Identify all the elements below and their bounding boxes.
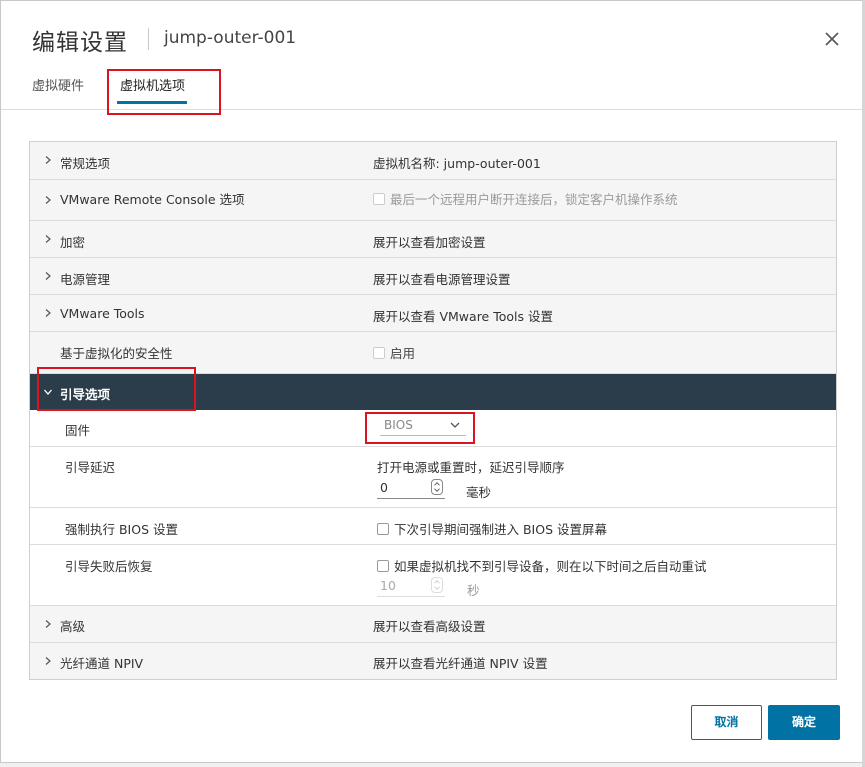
row-advanced[interactable]: 高级 展开以查看高级设置	[30, 606, 836, 643]
ok-button[interactable]: 确定	[768, 705, 840, 740]
row-failed-boot-recovery: 引导失败后恢复 如果虚拟机找不到引导设备，则在以下时间之后自动重试 10 秒	[30, 545, 836, 606]
row-label: 光纤通道 NPIV	[60, 656, 144, 671]
unit-label: 毫秒	[466, 485, 492, 500]
row-value: 启用	[390, 346, 416, 361]
unit-label: 秒	[467, 583, 480, 598]
boot-delay-description: 打开电源或重置时，延迟引导顺序	[377, 460, 565, 475]
stepper-icon[interactable]	[431, 479, 443, 495]
spin-value: 10	[380, 578, 396, 593]
row-value: 展开以查看高级设置	[373, 619, 486, 634]
tab-bar: 虚拟硬件 虚拟机选项	[1, 71, 864, 110]
row-label: 加密	[60, 235, 86, 250]
cancel-button[interactable]: 取消	[691, 705, 762, 740]
row-value: 展开以查看光纤通道 NPIV 设置	[373, 656, 548, 671]
chevron-right-icon	[45, 272, 51, 280]
close-icon[interactable]	[821, 28, 843, 50]
row-label: 引导选项	[60, 387, 111, 402]
row-fibre-channel-npiv[interactable]: 光纤通道 NPIV 展开以查看光纤通道 NPIV 设置	[30, 643, 836, 679]
chevron-down-icon	[44, 389, 52, 395]
row-value: 展开以查看加密设置	[373, 235, 486, 250]
row-label: VMware Tools	[60, 306, 145, 321]
active-tab-indicator	[117, 101, 188, 104]
dialog-title: 编辑设置	[32, 30, 128, 56]
row-power-management[interactable]: 电源管理 展开以查看电源管理设置	[30, 258, 836, 295]
edit-settings-dialog: 编辑设置 jump-outer-001 虚拟硬件 虚拟机选项 常规选项 虚拟机名…	[0, 0, 864, 763]
lock-guest-checkbox	[373, 193, 385, 205]
select-value: BIOS	[384, 418, 413, 432]
row-label: VMware Remote Console 选项	[60, 192, 245, 207]
chevron-right-icon	[45, 309, 51, 317]
row-label: 基于虚拟化的安全性	[60, 346, 173, 361]
row-general-options[interactable]: 常规选项 虚拟机名称: jump-outer-001	[30, 142, 836, 180]
row-label: 固件	[65, 423, 91, 438]
chevron-down-icon	[450, 422, 460, 428]
chevron-right-icon	[45, 657, 51, 665]
chevron-right-icon	[45, 620, 51, 628]
title-divider	[148, 28, 149, 50]
row-value: 虚拟机名称: jump-outer-001	[373, 156, 541, 171]
tab-label: 虚拟机选项	[120, 79, 186, 94]
row-value: 展开以查看电源管理设置	[373, 272, 511, 287]
row-value: 最后一个远程用户断开连接后，锁定客户机操作系统	[390, 192, 678, 207]
force-bios-checkbox[interactable]	[377, 523, 389, 535]
boot-delay-input[interactable]: 0	[377, 477, 445, 499]
tab-virtual-hardware[interactable]: 虚拟硬件	[32, 71, 84, 107]
tab-label: 虚拟硬件	[32, 79, 85, 94]
row-encryption[interactable]: 加密 展开以查看加密设置	[30, 221, 836, 258]
row-firmware: 固件 BIOS	[30, 410, 836, 447]
row-label: 强制执行 BIOS 设置	[65, 522, 178, 537]
row-force-bios: 强制执行 BIOS 设置 下次引导期间强制进入 BIOS 设置屏幕	[30, 508, 836, 545]
tab-vm-options[interactable]: 虚拟机选项	[117, 71, 188, 107]
spin-value: 0	[380, 480, 388, 495]
row-vmware-tools[interactable]: VMware Tools 展开以查看 VMware Tools 设置	[30, 295, 836, 332]
row-vbs: 基于虚拟化的安全性 启用	[30, 332, 836, 374]
stepper-icon[interactable]	[431, 577, 443, 593]
dialog-subtitle: jump-outer-001	[164, 28, 297, 48]
row-label: 引导失败后恢复	[65, 559, 153, 574]
row-label: 引导延迟	[65, 460, 116, 475]
settings-panel: 常规选项 虚拟机名称: jump-outer-001 VMware Remote…	[29, 141, 837, 680]
retry-seconds-input[interactable]: 10	[377, 575, 445, 597]
row-value: 下次引导期间强制进入 BIOS 设置屏幕	[394, 522, 607, 537]
chevron-right-icon	[45, 196, 51, 204]
row-label: 常规选项	[60, 156, 111, 171]
row-vmrc-options[interactable]: VMware Remote Console 选项 最后一个远程用户断开连接后，锁…	[30, 180, 836, 221]
failed-boot-checkbox[interactable]	[377, 560, 389, 572]
chevron-right-icon	[45, 235, 51, 243]
row-boot-options-header[interactable]: 引导选项	[30, 374, 836, 410]
row-boot-delay: 引导延迟 打开电源或重置时，延迟引导顺序 0 毫秒	[30, 447, 836, 508]
row-value: 如果虚拟机找不到引导设备，则在以下时间之后自动重试	[394, 559, 707, 574]
row-label: 电源管理	[60, 272, 111, 287]
row-value: 展开以查看 VMware Tools 设置	[373, 309, 553, 324]
vbs-enable-checkbox	[373, 347, 385, 359]
chevron-right-icon	[45, 156, 51, 164]
firmware-select[interactable]: BIOS	[380, 415, 466, 436]
row-label: 高级	[60, 619, 86, 634]
